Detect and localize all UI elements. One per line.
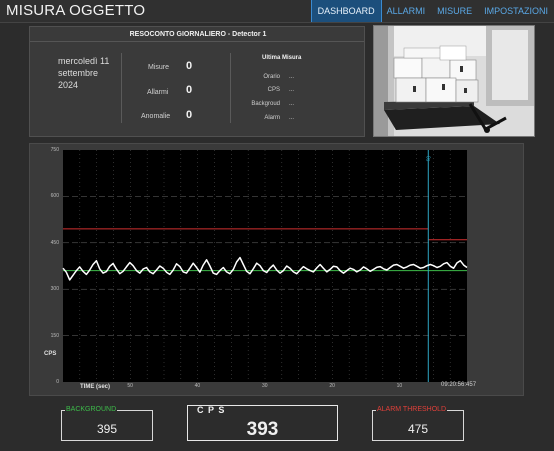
y-tick-label: 0 (56, 379, 59, 385)
y-tick-label: 600 (50, 193, 59, 200)
y-tick-label: 300 (50, 286, 59, 293)
x-tick-label: 10 (396, 383, 403, 389)
y-tick-label: 750 (50, 147, 59, 153)
cps-value: 393 (246, 419, 279, 440)
x-tick-label: 50 (127, 383, 133, 389)
time-cursor-label: 0s (424, 156, 430, 162)
x-axis-title: TIME (sec) (80, 384, 111, 390)
y-tick-label: 450 (50, 239, 59, 246)
x-tick-label: 40 (194, 383, 201, 389)
x-tick-label: 30 (262, 383, 268, 389)
x-axis-time: 09:20:56:457 (441, 382, 477, 388)
background-label: BACKGROUND (65, 406, 118, 413)
alarm-threshold-value: 475 (407, 422, 429, 436)
background-value: 395 (96, 422, 118, 436)
y-axis-title: CPS (44, 351, 57, 357)
cps-label: C P S (197, 405, 226, 415)
alarm-threshold-box: ALARM THRESHOLD 475 (372, 406, 464, 441)
background-box: BACKGROUND 395 (61, 406, 153, 441)
y-tick-label: 150 (50, 332, 59, 339)
cps-box: C P S 393 (187, 405, 338, 441)
x-tick-label: 20 (329, 383, 335, 389)
alarm-threshold-label: ALARM THRESHOLD (376, 406, 448, 413)
